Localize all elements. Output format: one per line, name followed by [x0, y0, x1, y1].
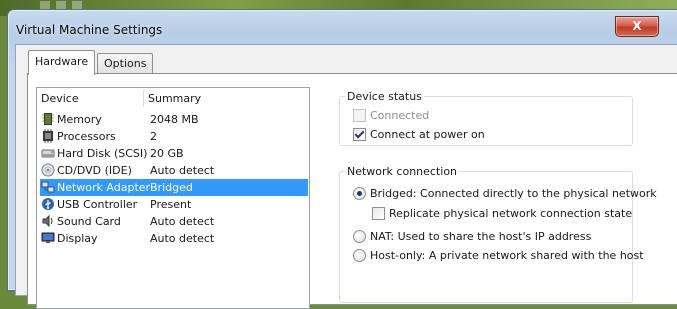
- device-name: Hard Disk (SCSI): [57, 147, 148, 160]
- replicate-checkbox[interactable]: [372, 207, 385, 220]
- device-summary: Auto detect: [150, 164, 215, 177]
- hardware-tab-panel: Device Summary Memory 2048 MB Processors…: [27, 73, 677, 309]
- device-row-memory[interactable]: Memory 2048 MB: [40, 111, 308, 128]
- device-name: Memory: [57, 113, 102, 126]
- device-name: Sound Card: [57, 215, 121, 228]
- device-summary: Present: [150, 198, 192, 211]
- settings-window: Virtual Machine Settings X Hardware Opti…: [7, 9, 677, 309]
- device-row-sound-card[interactable]: Sound Card Auto detect: [40, 213, 308, 230]
- device-status-title: Device status: [345, 90, 424, 103]
- device-row-hard-disk[interactable]: Hard Disk (SCSI) 20 GB: [40, 145, 308, 162]
- device-summary: Bridged: [150, 181, 193, 194]
- display-icon: [41, 232, 55, 243]
- tab-options[interactable]: Options: [97, 53, 154, 74]
- device-name: Display: [57, 232, 98, 245]
- device-summary: Auto detect: [150, 215, 215, 228]
- device-row-cd-dvd[interactable]: CD/DVD (IDE) Auto detect: [40, 162, 308, 179]
- device-summary: 2048 MB: [150, 113, 199, 126]
- device-list-header: Device Summary: [37, 88, 309, 108]
- tab-hardware-label: Hardware: [35, 55, 89, 68]
- device-name: USB Controller: [57, 198, 138, 211]
- device-summary: 20 GB: [150, 147, 184, 160]
- cd-dvd-icon: [41, 163, 55, 177]
- network-connection-group: Network connection Bridged: Connected di…: [339, 165, 657, 303]
- hard-disk-icon: [41, 149, 55, 158]
- memory-icon: [42, 113, 54, 125]
- column-divider[interactable]: [143, 90, 144, 107]
- title-bar[interactable]: Virtual Machine Settings X: [8, 10, 677, 44]
- tab-options-label: Options: [104, 57, 147, 70]
- close-icon: X: [632, 19, 642, 33]
- device-summary: 2: [150, 130, 157, 143]
- connect-at-power-on-label[interactable]: Connect at power on: [370, 128, 485, 142]
- window-title: Virtual Machine Settings: [16, 23, 163, 37]
- device-row-usb-controller[interactable]: USB Controller Present: [40, 196, 308, 213]
- device-list[interactable]: Device Summary Memory 2048 MB Processors…: [36, 87, 310, 309]
- connected-checkbox: [353, 109, 366, 122]
- network-connection-title: Network connection: [345, 165, 460, 178]
- tab-hardware[interactable]: Hardware: [28, 50, 96, 75]
- device-row-display[interactable]: Display Auto detect: [40, 230, 308, 247]
- device-name: Network Adapter: [57, 181, 151, 194]
- processor-icon: [43, 129, 53, 143]
- usb-icon: [42, 198, 54, 210]
- dialog-client-area: Hardware Options Device Summary Memory 2…: [15, 44, 677, 309]
- column-header-summary[interactable]: Summary: [148, 92, 201, 105]
- bridged-radio[interactable]: [353, 187, 366, 200]
- nat-radio[interactable]: [353, 230, 366, 243]
- device-summary: Auto detect: [150, 232, 215, 245]
- close-button[interactable]: X: [615, 16, 659, 37]
- device-name: Processors: [57, 130, 116, 143]
- device-status-group: Device status Connected Connect at power…: [339, 90, 633, 146]
- replicate-label[interactable]: Replicate physical network connection st…: [389, 207, 632, 221]
- host-only-label[interactable]: Host-only: A private network shared with…: [370, 249, 644, 263]
- host-only-radio[interactable]: [353, 249, 366, 262]
- connect-at-power-on-checkbox[interactable]: [353, 128, 366, 141]
- device-row-processors[interactable]: Processors 2: [40, 128, 308, 145]
- nat-label[interactable]: NAT: Used to share the host's IP address: [370, 230, 591, 244]
- connected-label: Connected: [370, 109, 430, 122]
- column-header-device[interactable]: Device: [41, 92, 79, 105]
- bridged-label[interactable]: Bridged: Connected directly to the physi…: [370, 187, 657, 201]
- network-adapter-icon: [41, 181, 55, 193]
- device-name: CD/DVD (IDE): [57, 164, 132, 177]
- device-row-network-adapter[interactable]: Network Adapter Bridged: [40, 179, 308, 196]
- sound-card-icon: [42, 214, 53, 228]
